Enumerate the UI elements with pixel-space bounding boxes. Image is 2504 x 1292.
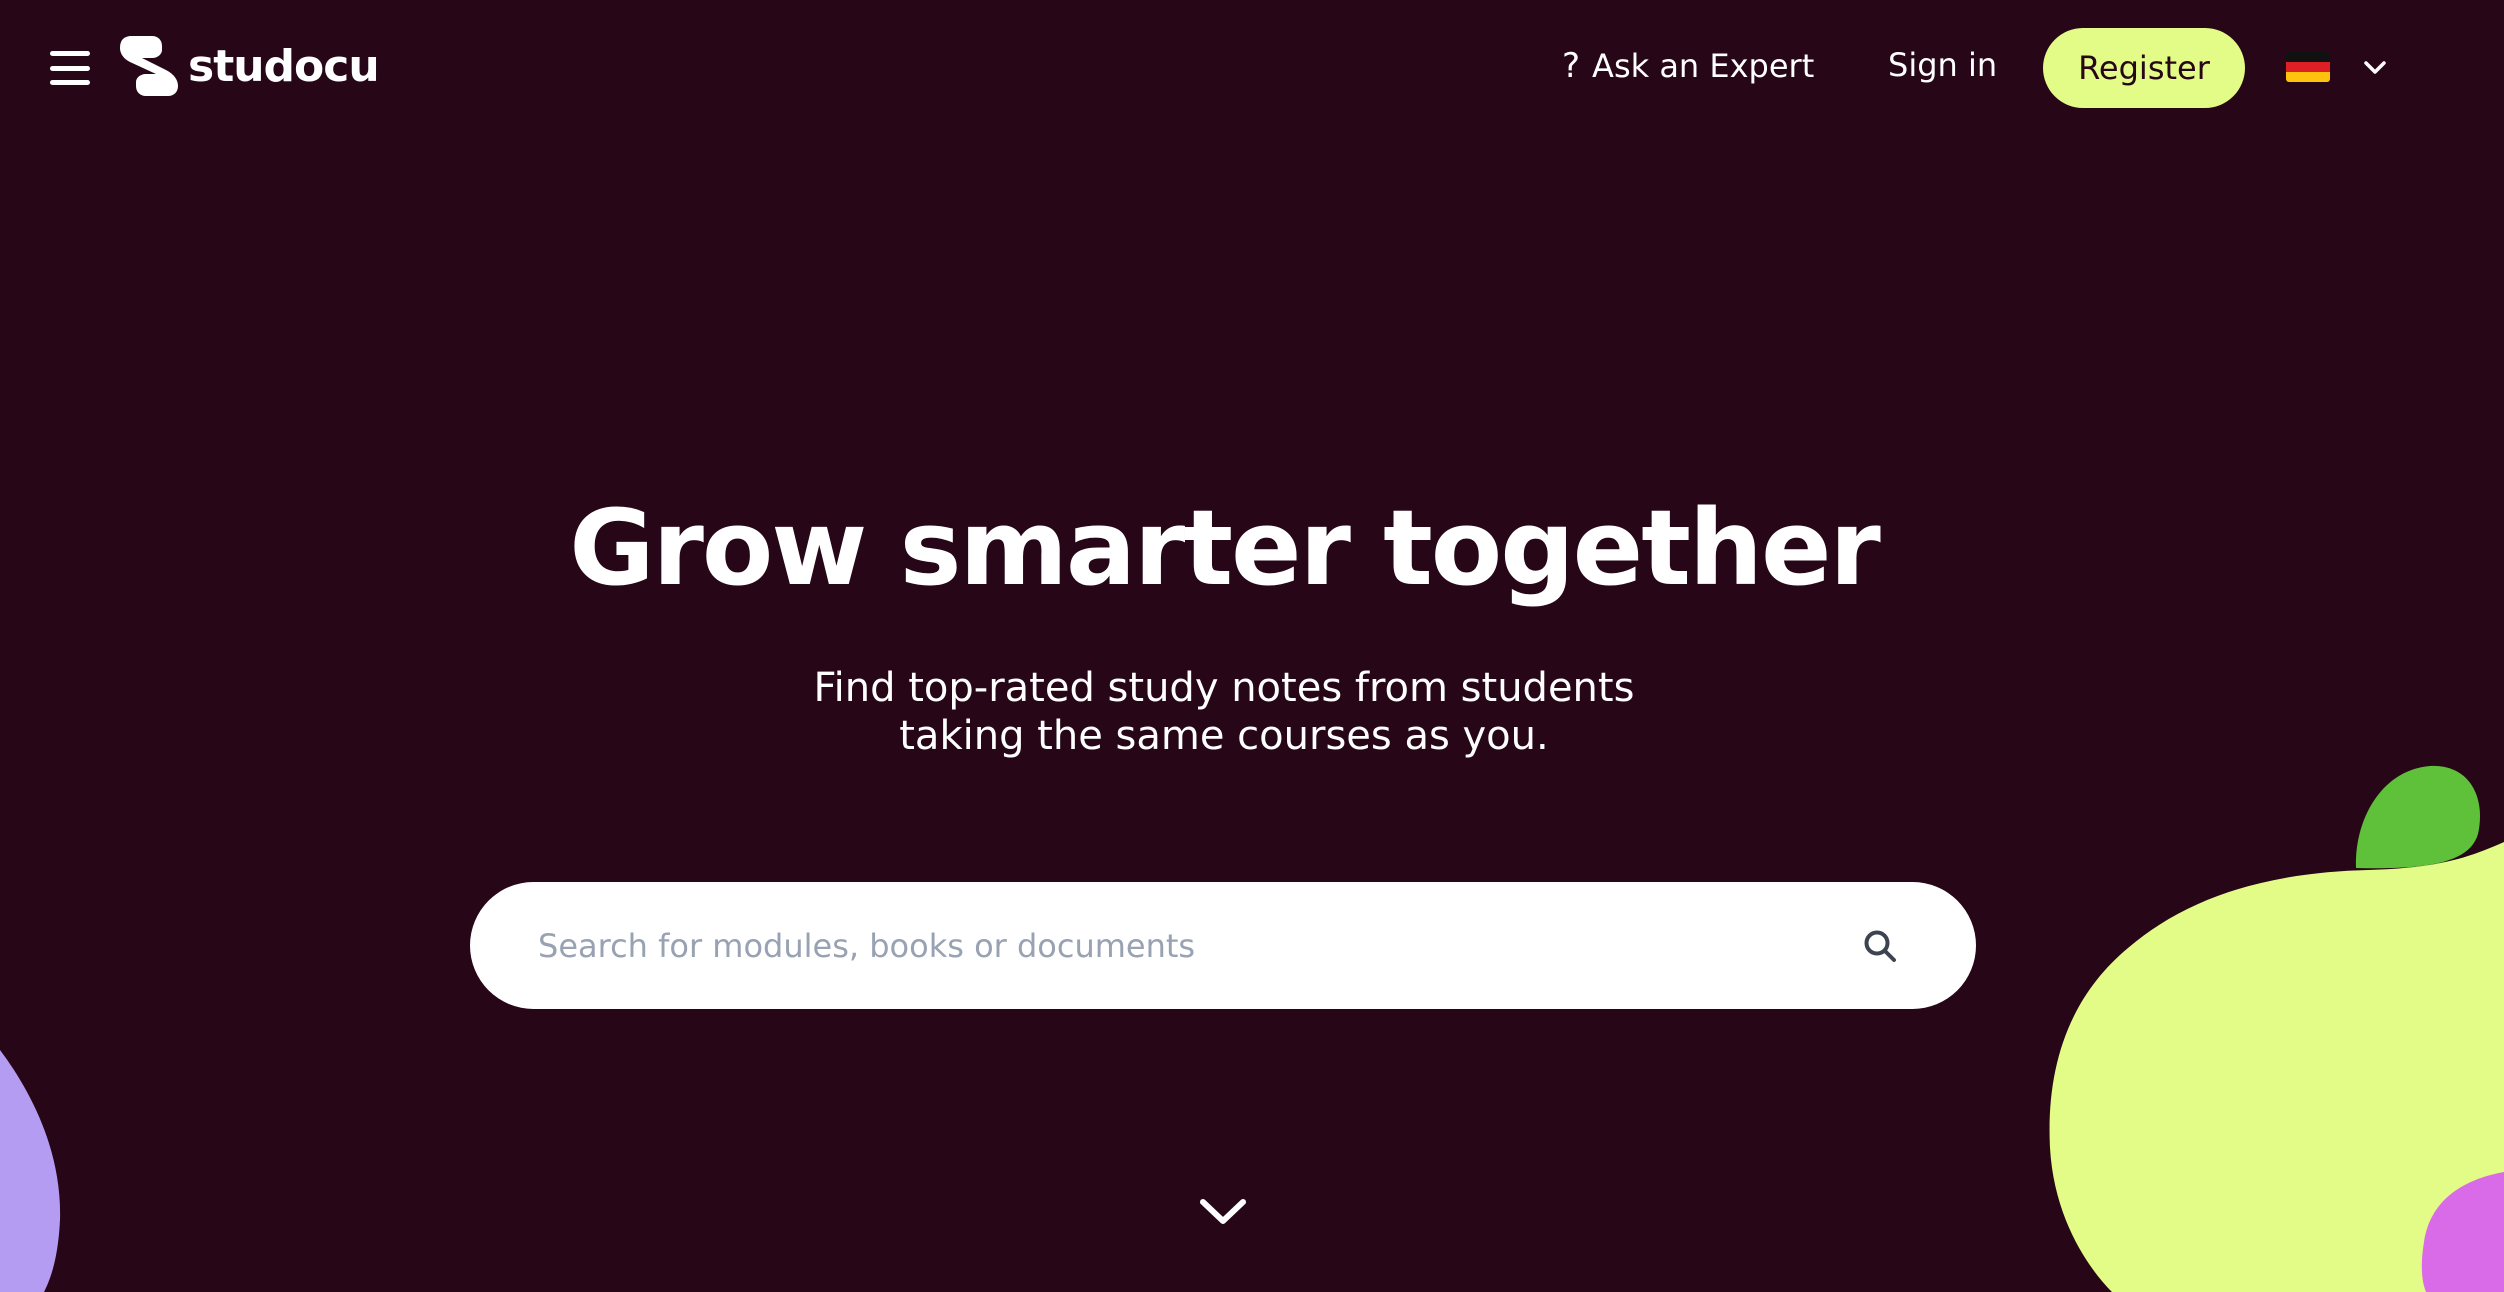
site-header: studocu ? Ask an Expert Sign in Register — [0, 0, 2504, 135]
decorative-blob-green — [2355, 765, 2480, 869]
scroll-down-chevron-icon[interactable] — [1198, 1194, 1248, 1228]
chevron-down-icon — [2364, 61, 2386, 74]
sign-in-link[interactable]: Sign in — [1888, 46, 1997, 84]
ask-an-expert-link[interactable]: ? Ask an Expert — [1562, 46, 1814, 86]
hero-subtitle-line-1: Find top-rated study notes from students — [813, 665, 1635, 711]
decorative-blob-pink — [2421, 1172, 2504, 1292]
hero-subtitle: Find top-rated study notes from students… — [0, 664, 2448, 760]
search-bar — [470, 882, 1976, 1009]
language-selector[interactable] — [2286, 52, 2390, 82]
hero-subtitle-line-2: taking the same courses as you. — [899, 713, 1549, 759]
menu-bar — [50, 51, 90, 56]
decorative-blob-yellow — [2049, 842, 2504, 1292]
studocu-logo-icon — [120, 36, 178, 96]
menu-bar — [50, 65, 90, 71]
search-input[interactable] — [536, 925, 1790, 966]
search-icon[interactable] — [1862, 928, 1898, 964]
ask-an-expert-label: Ask an Expert — [1592, 47, 1815, 85]
studocu-logo[interactable]: studocu — [118, 34, 380, 98]
register-button[interactable]: Register — [2043, 28, 2245, 108]
hero-title: Grow smarter together — [569, 487, 1881, 609]
germany-flag-icon — [2286, 52, 2330, 82]
menu-bar — [50, 80, 90, 85]
decorative-blob-purple — [0, 1050, 61, 1292]
question-mark-icon: ? — [1562, 46, 1581, 86]
logo-text: studocu — [188, 40, 380, 92]
hamburger-menu-icon[interactable] — [50, 48, 90, 88]
